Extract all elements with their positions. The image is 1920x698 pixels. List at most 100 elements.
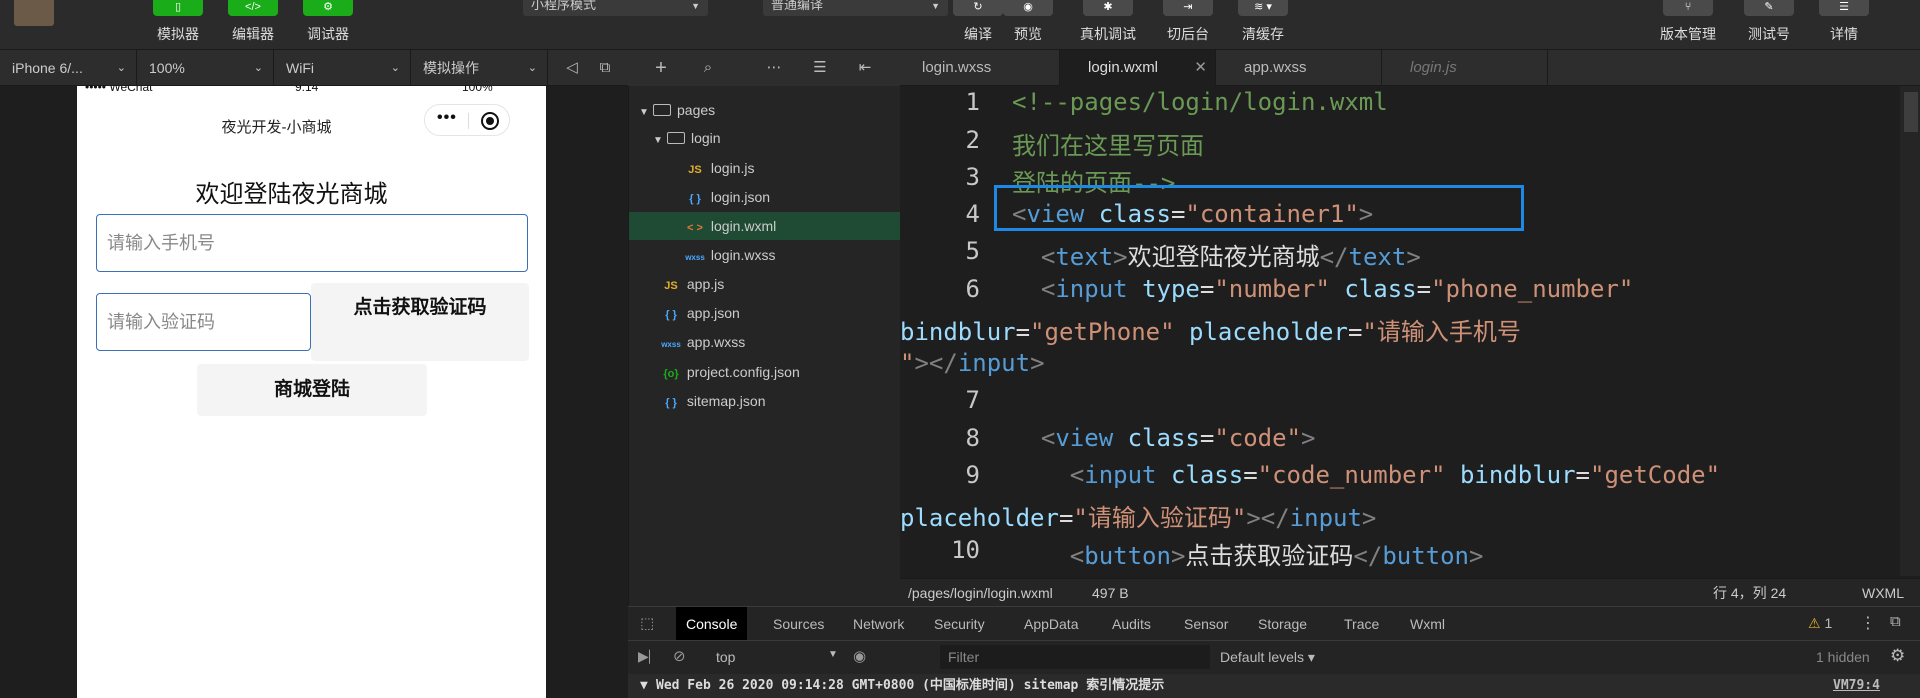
compile-mode-select[interactable]: 普通编译 ▼ [763, 0, 948, 16]
collapse-icon[interactable]: ⇤ [853, 50, 877, 86]
cursor-position[interactable]: 行 4，列 24 [1713, 579, 1786, 607]
code-line: <input type="number" class="phone_number… [1040, 275, 1634, 303]
compile-button[interactable]: ↻ 编译 [950, 0, 1006, 50]
tab-storage[interactable]: Storage [1248, 607, 1317, 641]
tree-folder-login[interactable]: ▼ login [653, 124, 901, 152]
tab-login-wxml[interactable]: login.wxml ✕ [1060, 50, 1216, 86]
debugger-button[interactable]: ⚙ 调试器 [300, 0, 356, 50]
config-file-icon: {o} [663, 368, 679, 380]
layers-icon: ≋ ▾ [1238, 0, 1288, 16]
tab-console[interactable]: Console [676, 607, 748, 641]
code-line: <button>点击获取验证码</button> [1069, 542, 1484, 570]
tree-file-app-wxss[interactable]: wxss app.wxss [659, 328, 901, 356]
context-select[interactable]: top ▼ [716, 649, 838, 665]
tab-network[interactable]: Network [843, 607, 914, 641]
phone-icon: ▯ [153, 0, 203, 16]
device-select[interactable]: iPhone 6/... ⌄ [0, 50, 137, 86]
tab-app-wxss[interactable]: app.wxss [1216, 50, 1382, 86]
close-target-icon[interactable] [481, 112, 499, 130]
levels-select[interactable]: Default levels ▾ [1220, 649, 1315, 666]
eye-icon[interactable]: ◉ [853, 647, 866, 665]
more-icon[interactable]: ••• [437, 109, 457, 127]
tab-sources[interactable]: Sources [763, 607, 834, 641]
warning-count[interactable]: ⚠ 1 [1808, 615, 1832, 632]
editor-scrollbar[interactable] [1900, 86, 1920, 576]
version-button[interactable]: ⑂ 版本管理 [1660, 0, 1716, 50]
login-button[interactable]: 商城登陆 [197, 364, 427, 416]
tab-security[interactable]: Security [924, 607, 995, 641]
zoom-select[interactable]: 100% ⌄ [137, 50, 274, 86]
tab-login-wxss[interactable]: login.wxss [894, 50, 1060, 86]
more-icon[interactable]: ⋯ [762, 50, 786, 86]
close-icon[interactable]: ✕ [1194, 50, 1207, 86]
line-number: 4 [965, 200, 980, 228]
dock-icon[interactable]: ⧉ [1890, 613, 1901, 630]
test-account-button[interactable]: ✎ 测试号 [1741, 0, 1797, 50]
eye-icon: ◉ [1003, 0, 1053, 16]
tab-sensor[interactable]: Sensor [1174, 607, 1238, 641]
tree-folder-pages[interactable]: ▼ pages [639, 96, 901, 124]
tree-file-sitemap[interactable]: { } sitemap.json [659, 387, 901, 415]
annotation-highlight-box [994, 185, 1524, 231]
clear-cache-button[interactable]: ≋ ▾ 清缓存 [1235, 0, 1291, 50]
volume-icon[interactable]: ◁ [560, 50, 584, 86]
phone-input[interactable]: 请输入手机号 [96, 214, 528, 272]
tree-file-login-wxss[interactable]: wxss login.wxss [683, 241, 901, 269]
more-vert-icon[interactable]: ⋮ [1860, 613, 1876, 633]
preview-button[interactable]: ◉ 预览 [1000, 0, 1056, 50]
editor-button[interactable]: </> 编辑器 [225, 0, 281, 50]
gear-icon[interactable]: ⚙ [1890, 646, 1905, 666]
add-icon[interactable]: + [649, 50, 673, 86]
tree-file-project-config[interactable]: {o} project.config.json [659, 358, 901, 386]
tree-file-login-js[interactable]: JS login.js [683, 154, 901, 182]
tab-login-js[interactable]: login.js [1382, 50, 1548, 86]
outline-icon[interactable]: ☰ [808, 50, 832, 86]
refresh-icon: ↻ [953, 0, 1003, 16]
tab-audits[interactable]: Audits [1102, 607, 1161, 641]
detach-icon[interactable]: ⧉ [593, 50, 617, 86]
tab-appdata[interactable]: AppData [1014, 607, 1088, 641]
tree-file-login-wxml[interactable]: < > login.wxml [629, 212, 901, 240]
explorer-toolbar: + ⌕ ⋯ ☰ ⇤ [628, 50, 900, 86]
menu-capsule[interactable]: ••• [424, 104, 510, 136]
code-editor[interactable]: 1 2 3 4 5 6 7 8 9 10 <!--pages/login/log… [900, 86, 1920, 576]
avatar[interactable] [14, 0, 54, 26]
code-line: <view class="code"> [1040, 424, 1316, 452]
mode-select[interactable]: 小程序模式 ▼ [523, 0, 708, 16]
json-file-icon: { } [665, 397, 677, 409]
code-input[interactable]: 请输入验证码 [96, 293, 311, 351]
scrollbar-thumb[interactable] [1904, 92, 1918, 132]
js-file-icon: JS [688, 164, 702, 176]
tab-trace[interactable]: Trace [1334, 607, 1389, 641]
background-button[interactable]: ⇥ 切后台 [1160, 0, 1216, 50]
expand-arrow-icon[interactable]: ▼ [640, 674, 648, 698]
console-log-line[interactable]: ▼ Wed Feb 26 2020 09:14:28 GMT+0800 (中国标… [628, 674, 1920, 698]
status-path-bar: /pages/login/login.wxml 497 B 行 4，列 24 W… [900, 578, 1920, 606]
tab-wxml[interactable]: Wxml [1400, 607, 1455, 641]
simulator-button[interactable]: ▯ 模拟器 [150, 0, 206, 50]
code-line: <text>欢迎登陆夜光商城</text> [1040, 243, 1421, 271]
log-source-link[interactable]: VM79:4 [1833, 674, 1880, 698]
code-line: <input class="code_number" bindblur="get… [1069, 461, 1721, 489]
sim-ops-select[interactable]: 模拟操作 ⌄ [411, 50, 548, 86]
details-button[interactable]: ☰ 详情 [1816, 0, 1872, 50]
device-debug-button[interactable]: ✱ 真机调试 [1080, 0, 1136, 50]
get-code-button[interactable]: 点击获取验证码 [311, 283, 529, 361]
chevron-down-icon: ▼ [691, 1, 700, 11]
language-mode[interactable]: WXML [1862, 579, 1904, 607]
chevron-down-icon: ⌄ [390, 62, 400, 74]
tree-file-app-js[interactable]: JS app.js [659, 270, 901, 298]
top-toolbar: ▯ 模拟器 </> 编辑器 ⚙ 调试器 小程序模式 ▼ 普通编译 ▼ ↻ 编译 ◉ 预览 ✱ 真… [0, 0, 1920, 50]
clear-console-icon[interactable]: ⊘ [673, 647, 686, 665]
phone-screen: ••••• WeChat 9:14 100% 夜光开发-小商城 ••• 欢迎登陆… [77, 86, 546, 698]
network-select[interactable]: WiFi ⌄ [274, 50, 411, 86]
filter-input[interactable]: Filter [940, 645, 1210, 669]
inspect-icon[interactable]: ⬚ [640, 614, 654, 632]
js-file-icon: JS [664, 280, 678, 292]
tree-file-login-json[interactable]: { } login.json [683, 183, 901, 211]
tree-file-app-json[interactable]: { } app.json [659, 299, 901, 327]
search-icon[interactable]: ⌕ [696, 50, 720, 86]
sidebar-toggle-icon[interactable]: ▶⎸ [638, 648, 663, 665]
chevron-down-icon: ⌄ [116, 62, 126, 74]
chevron-down-icon: ⌄ [527, 62, 537, 74]
